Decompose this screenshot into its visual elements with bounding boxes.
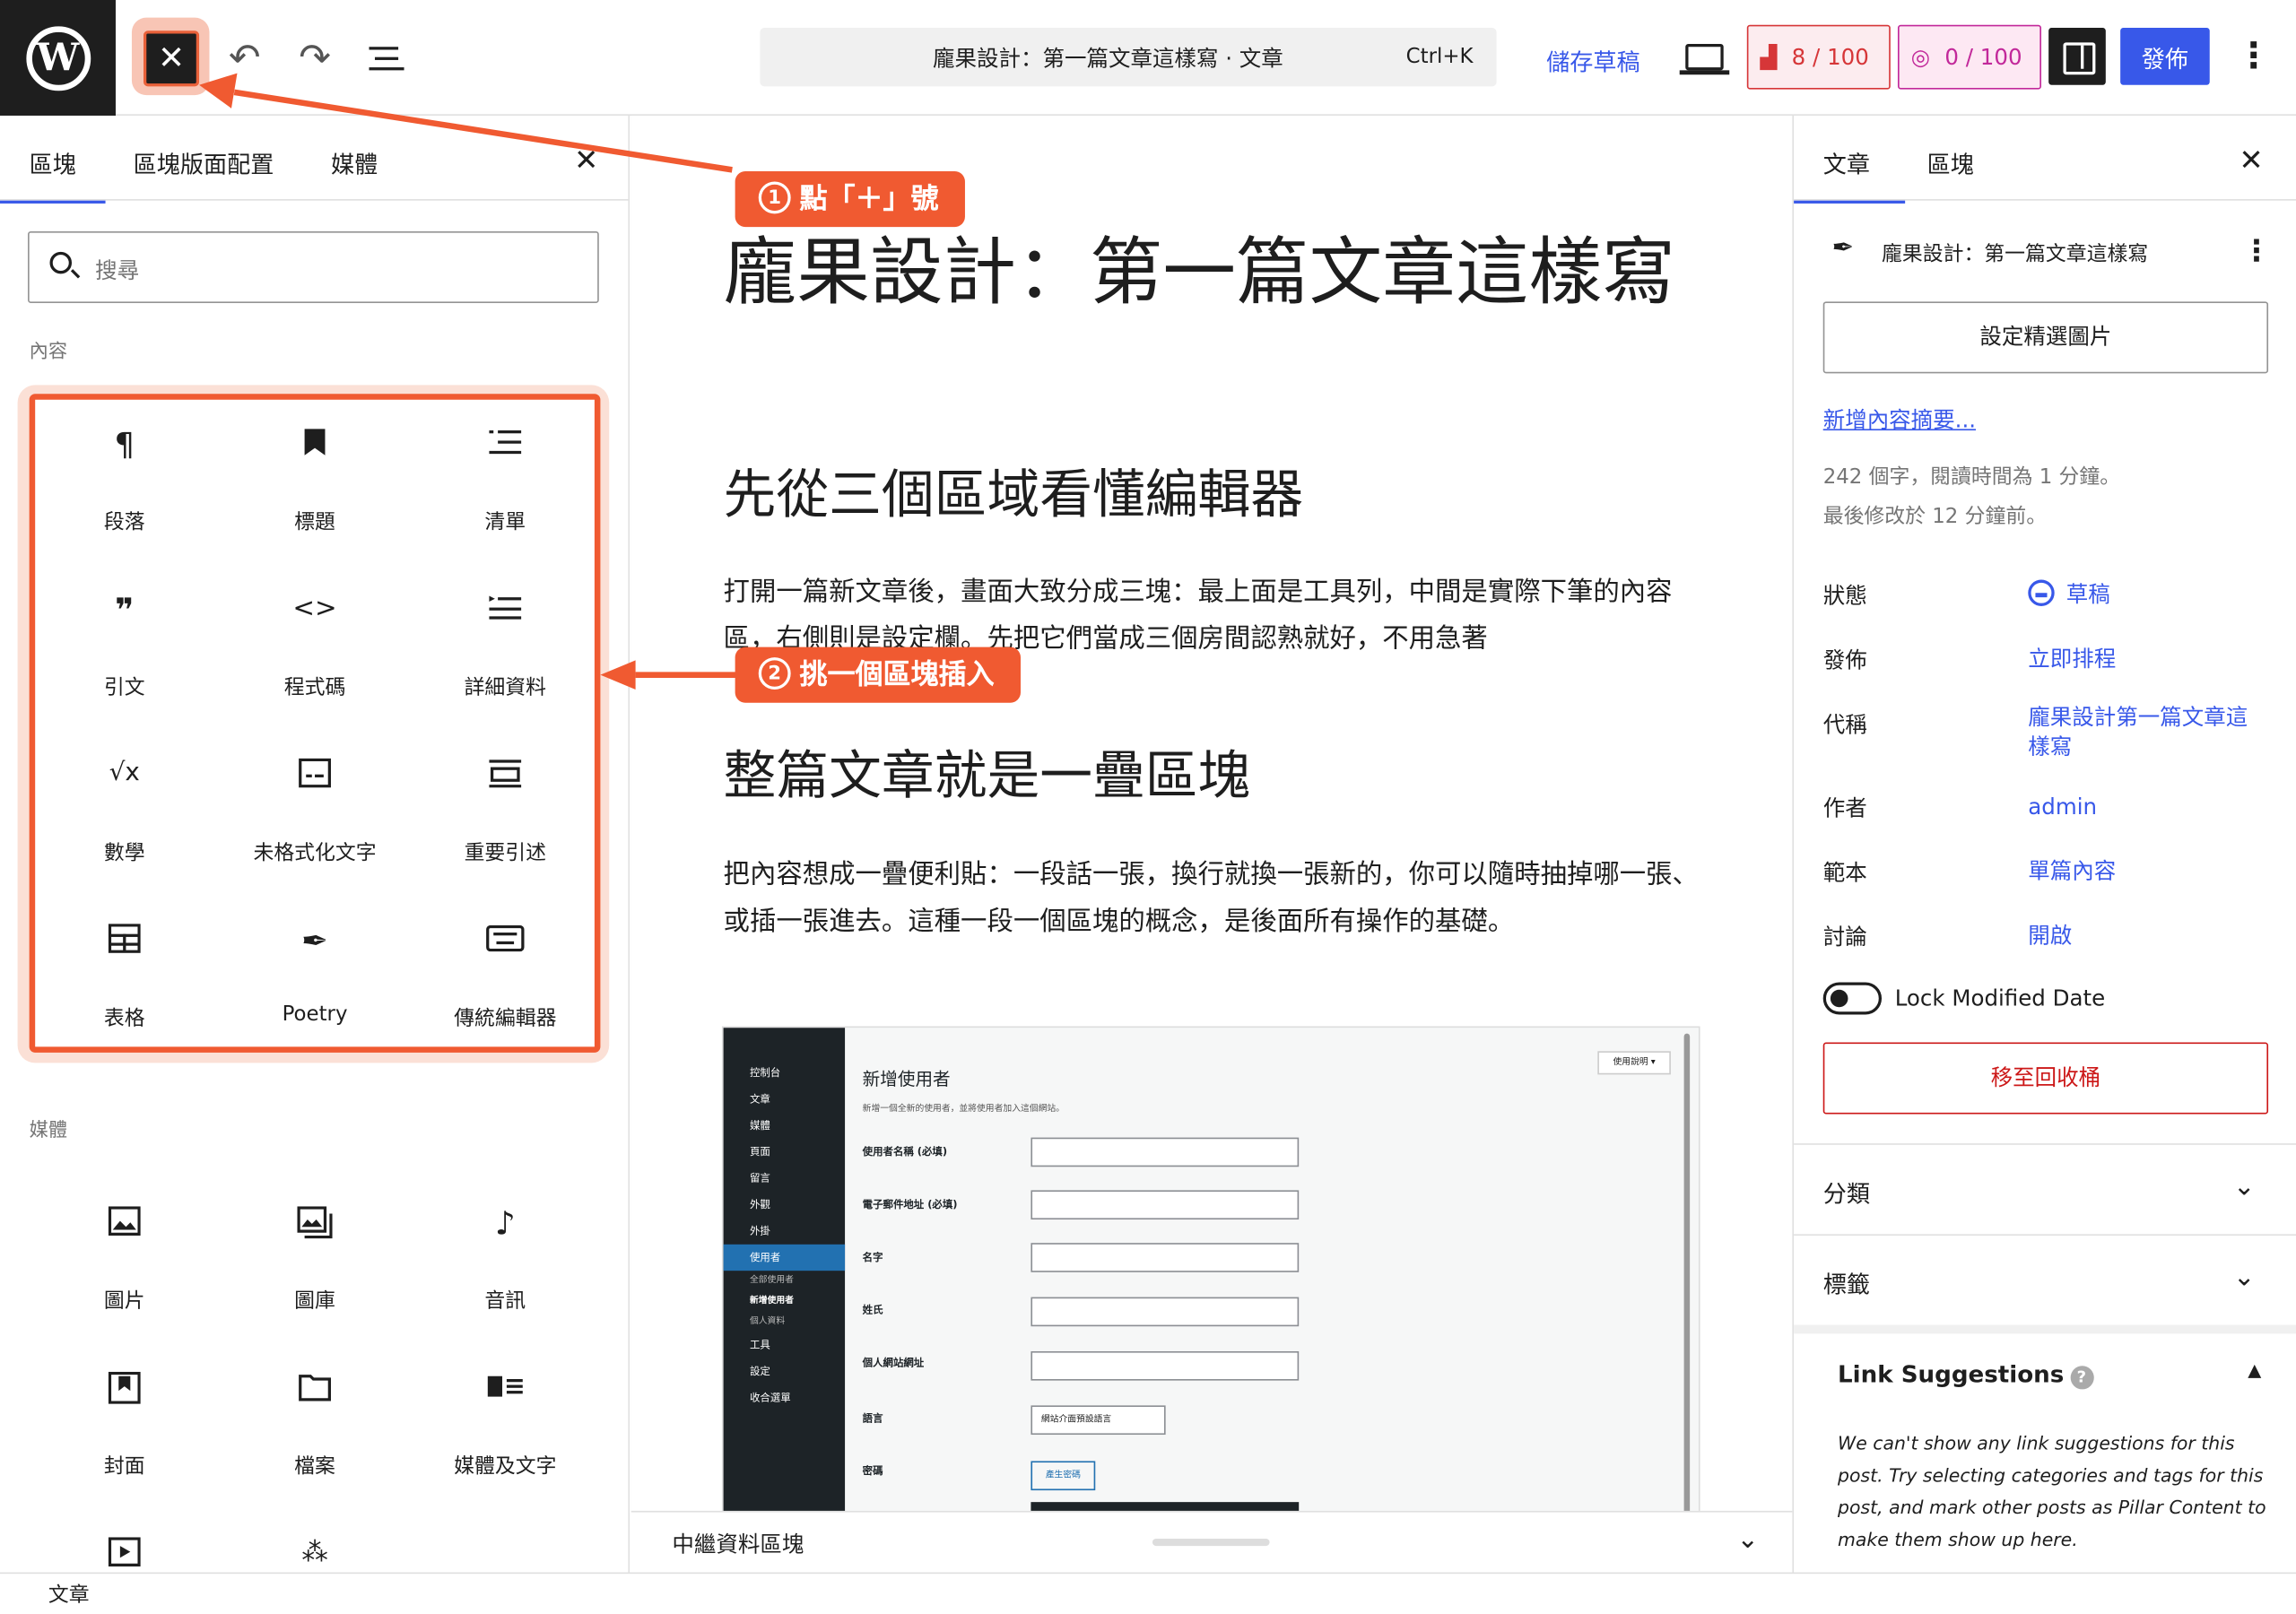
step-number: 2	[758, 656, 791, 690]
arrow-head-1	[199, 73, 238, 108]
arrow-line-1	[233, 89, 733, 173]
step-text: 挑一個區塊插入	[799, 658, 995, 691]
step-text: 點「＋」號	[799, 183, 939, 216]
arrow-head-2	[600, 660, 636, 690]
annotation-step-2: 2 挑一個區塊插入	[735, 646, 1022, 703]
step-number: 1	[758, 180, 791, 213]
annotation-step-1: 1 點「＋」號	[735, 171, 965, 228]
annotation-arrows	[199, 73, 740, 690]
